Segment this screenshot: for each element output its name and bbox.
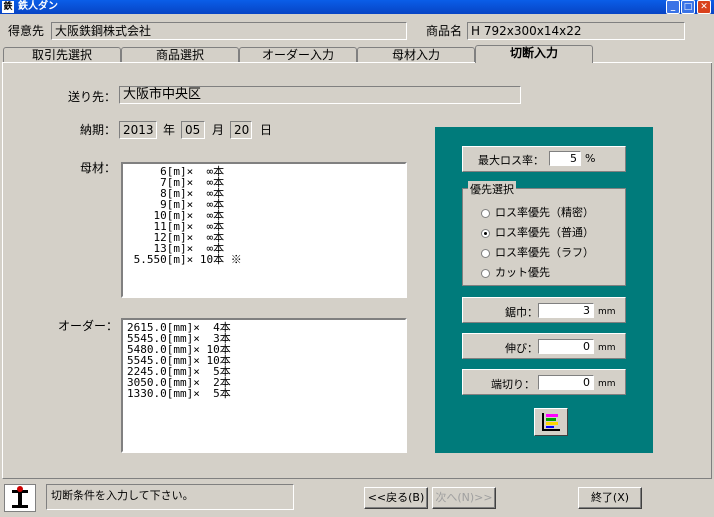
kerf-unit: mm: [598, 307, 616, 317]
close-button[interactable]: ✕: [697, 0, 711, 14]
kerf-box: 鋸巾： 3 mm: [462, 297, 626, 323]
max-loss-unit: %: [585, 152, 596, 165]
back-button[interactable]: <<戻る(B): [364, 487, 428, 509]
max-loss-box: 最大ロス率： 5 %: [462, 146, 626, 172]
tab-customer-select[interactable]: 取引先選択: [3, 47, 121, 62]
day-unit: 日: [260, 123, 273, 137]
order-textarea[interactable]: 2615.0[mm]× 4本 5545.0[mm]× 3本 5480.0[mm]…: [121, 318, 407, 453]
stretch-unit: mm: [598, 343, 616, 353]
window-title: 鉄人ダン: [18, 1, 58, 12]
radio-loss-normal[interactable]: ロス率優先（普通）: [481, 226, 594, 240]
end-cut-label: 端切り：: [491, 378, 535, 391]
radio-indicator[interactable]: [481, 248, 490, 258]
priority-title: 優先選択: [468, 181, 516, 197]
product-field: H 792x300x14x22: [467, 22, 685, 40]
radio-cut-priority[interactable]: カット優先: [481, 266, 550, 280]
app-icon: 鉄: [2, 1, 14, 13]
stretch-label: 伸び：: [505, 342, 538, 355]
priority-group: 優先選択 ロス率優先（精密） ロス率優先（普通） ロス率優先（ラフ） カット優先: [462, 181, 626, 286]
app-logo: [4, 484, 36, 512]
next-button[interactable]: 次へ(N)>>: [432, 487, 496, 509]
year-unit: 年: [163, 123, 176, 137]
material-textarea[interactable]: 6[m]× ∞本 7[m]× ∞本 8[m]× ∞本 9[m]× ∞本 10[m…: [121, 162, 407, 298]
stretch-input[interactable]: 0: [538, 339, 594, 354]
cutting-settings-panel: 最大ロス率： 5 % 優先選択 ロス率優先（精密） ロス率優先（普通） ロス率優…: [435, 127, 653, 453]
kerf-input[interactable]: 3: [538, 303, 594, 318]
destination-field[interactable]: 大阪市中央区: [119, 86, 521, 104]
delivery-label: 納期：: [80, 123, 117, 137]
destination-label: 送り先：: [68, 90, 117, 104]
material-label: 母材：: [80, 161, 117, 175]
calculation-icon: [542, 413, 560, 431]
calculate-button[interactable]: [534, 408, 568, 436]
month-unit: 月: [212, 123, 225, 137]
radio-indicator[interactable]: [481, 228, 490, 238]
radio-indicator[interactable]: [481, 268, 490, 278]
year-field[interactable]: 2013: [119, 121, 157, 139]
tab-order-input[interactable]: オーダー入力: [239, 47, 357, 62]
minimize-button[interactable]: _: [666, 0, 680, 14]
product-label: 商品名: [426, 24, 463, 38]
radio-loss-precise[interactable]: ロス率優先（精密）: [481, 206, 594, 220]
title-bar: 鉄 鉄人ダン _ □ ✕: [0, 0, 714, 14]
customer-label: 得意先: [8, 24, 45, 38]
max-loss-input[interactable]: 5: [549, 151, 581, 166]
end-cut-unit: mm: [598, 379, 616, 389]
radio-indicator[interactable]: [481, 208, 490, 218]
day-field[interactable]: 20: [230, 121, 252, 139]
end-cut-input[interactable]: 0: [538, 375, 594, 390]
order-label: オーダー：: [58, 319, 119, 333]
radio-loss-rough[interactable]: ロス率優先（ラフ）: [481, 246, 594, 260]
exit-button[interactable]: 終了(X): [578, 487, 642, 509]
tab-cutting-input[interactable]: 切断入力: [475, 45, 593, 63]
max-loss-label: 最大ロス率：: [478, 154, 544, 167]
end-cut-box: 端切り： 0 mm: [462, 369, 626, 395]
ironman-logo-icon: [12, 486, 28, 508]
tab-material-input[interactable]: 母材入力: [357, 47, 475, 62]
kerf-label: 鋸巾：: [505, 306, 538, 319]
status-message: 切断条件を入力して下さい。: [46, 484, 294, 510]
customer-field: 大阪鉄鋼株式会社: [51, 22, 407, 40]
maximize-button[interactable]: □: [681, 0, 695, 14]
tab-product-select[interactable]: 商品選択: [121, 47, 239, 62]
month-field[interactable]: 05: [181, 121, 205, 139]
stretch-box: 伸び： 0 mm: [462, 333, 626, 359]
